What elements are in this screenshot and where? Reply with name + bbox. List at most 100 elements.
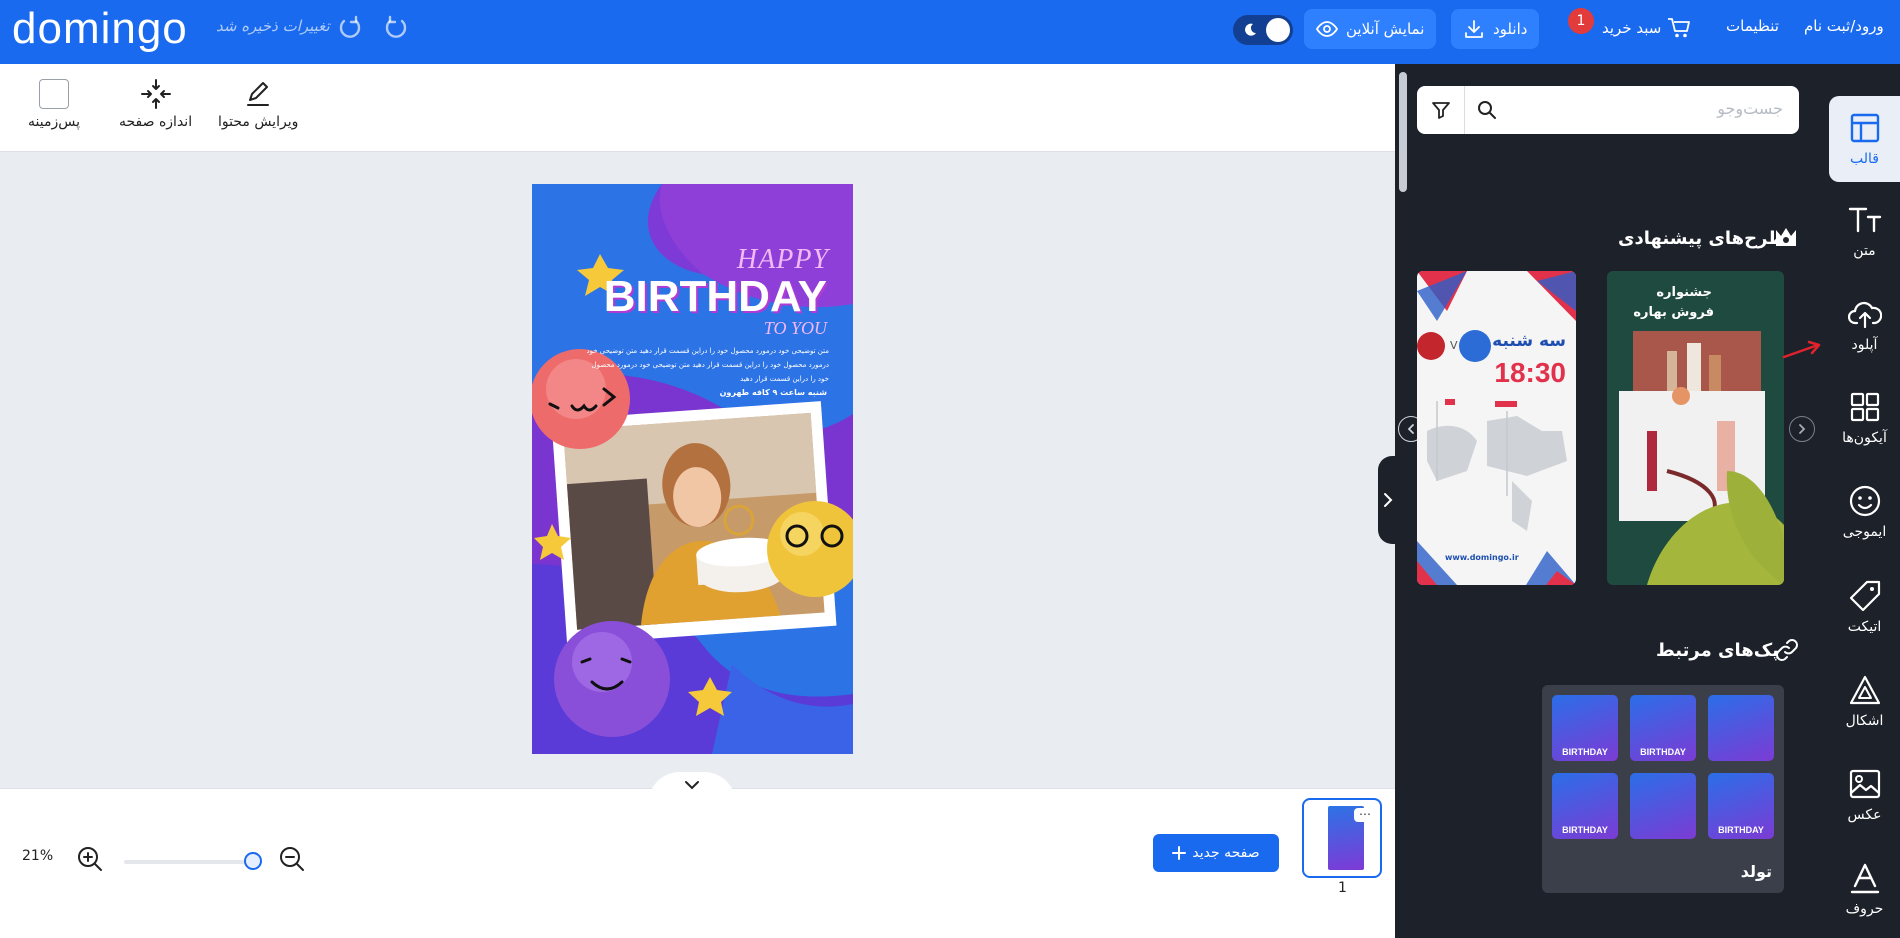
pack-thumbnail	[1630, 773, 1696, 839]
photo-icon	[1848, 767, 1882, 801]
sidebar: قالب متن آپلود آیکون‌ها ایموجی اتیکت ا	[1821, 64, 1900, 938]
template-card[interactable]: جشنواره فروش بهاره	[1607, 271, 1784, 585]
pack-thumbnail: BIRTHDAY	[1630, 695, 1696, 761]
sidebar-item-sticker[interactable]: اتیکت	[1829, 564, 1900, 650]
resize-icon	[140, 78, 172, 110]
edit-content-label: ویرایش محتوا	[218, 114, 299, 130]
tag-icon	[1848, 579, 1882, 613]
template-card[interactable]: V سه شنبه 18:30 www.domingo.ir	[1417, 271, 1576, 585]
download-icon	[1463, 18, 1485, 40]
design-body-line: متن توضیحی خود درمورد محصول خود را دراین…	[586, 347, 829, 355]
save-status: تغییرات ذخیره شد	[216, 17, 330, 35]
template-card-title: جشنواره	[1656, 285, 1712, 300]
icons-grid-icon	[1848, 390, 1882, 424]
background-color-swatch	[38, 78, 70, 110]
sidebar-item-icons[interactable]: آیکون‌ها	[1829, 375, 1900, 461]
redo-icon[interactable]	[336, 13, 364, 41]
chevron-right-icon	[1383, 492, 1393, 508]
zoom-slider-track[interactable]	[124, 860, 252, 864]
template-card-site: www.domingo.ir	[1445, 553, 1519, 562]
eye-icon	[1316, 21, 1338, 37]
sidebar-item-label: آیکون‌ها	[1842, 430, 1887, 446]
zoom-percentage: 21%	[22, 848, 54, 864]
zoom-slider-handle[interactable]	[244, 852, 262, 870]
pack-thumbnail-label: BIRTHDAY	[1562, 825, 1608, 835]
pack-thumbnail-label: BIRTHDAY	[1640, 747, 1686, 757]
design-footer-text[interactable]: شنبه ساعت ۹ کافه طهرون	[720, 388, 827, 397]
background-tool[interactable]: پس‌زمینه	[28, 78, 80, 130]
sidebar-item-photo[interactable]: عکس	[1829, 752, 1900, 838]
chevron-down-icon	[684, 780, 700, 790]
dark-mode-toggle[interactable]	[1233, 15, 1293, 45]
design-body-line: درمورد محصول خود را دراین قسمت قرار دهید…	[591, 361, 829, 369]
sidebar-item-shapes[interactable]: اشکال	[1829, 658, 1900, 744]
zoom-out-icon[interactable]	[278, 845, 306, 873]
template-card-vs: V	[1450, 339, 1458, 352]
pack-label: تولد	[1740, 862, 1772, 881]
panel-scrollbar[interactable]	[1399, 72, 1407, 192]
logo[interactable]: domingo	[12, 4, 188, 54]
cart-label: سبد خرید	[1602, 19, 1662, 37]
edit-content-tool[interactable]: ویرایش محتوا	[218, 78, 298, 130]
sidebar-item-label: قالب	[1850, 151, 1879, 167]
design-birthday-text[interactable]: BIRTHDAY	[604, 272, 827, 322]
design-to-you-text[interactable]: TO YOU	[764, 318, 827, 339]
more-options-icon[interactable]: …	[1354, 805, 1376, 822]
page-size-tool[interactable]: اندازه صفحه	[119, 78, 192, 130]
page-number: 1	[1338, 880, 1347, 896]
sidebar-item-emoji[interactable]: ایموجی	[1829, 469, 1900, 555]
plus-icon	[1172, 846, 1187, 860]
letters-icon	[1848, 861, 1882, 895]
template-card-day: سه شنبه	[1492, 331, 1566, 351]
cart-badge: 1	[1568, 8, 1594, 34]
design-body-text[interactable]: متن توضیحی خود درمورد محصول خود را دراین…	[567, 344, 829, 386]
upload-icon	[1847, 297, 1882, 331]
zoom-in-icon[interactable]	[76, 845, 104, 873]
sidebar-item-upload[interactable]: آپلود	[1829, 282, 1900, 368]
text-icon	[1848, 203, 1882, 237]
sidebar-item-label: حروف	[1845, 901, 1884, 917]
settings-link[interactable]: تنظیمات	[1726, 17, 1779, 35]
cart-icon	[1667, 17, 1691, 39]
carousel-next-button[interactable]	[1789, 416, 1815, 442]
sidebar-item-label: عکس	[1847, 807, 1882, 823]
annotation-arrow	[1782, 340, 1822, 360]
search-placeholder: جست‌وجو	[1717, 99, 1783, 118]
design-page[interactable]: HAPPY BIRTHDAY TO YOU متن توضیحی خود درم…	[532, 184, 853, 754]
background-label: پس‌زمینه	[28, 114, 80, 130]
pack-thumbnail: BIRTHDAY	[1708, 773, 1774, 839]
related-section-title: پک‌های مرتبط	[1656, 640, 1779, 661]
sidebar-item-text[interactable]: متن	[1829, 188, 1900, 274]
pack-thumbnail-label: BIRTHDAY	[1562, 747, 1608, 757]
sidebar-item-label: اتیکت	[1847, 619, 1882, 635]
page-thumbnail[interactable]: …	[1302, 798, 1382, 878]
preview-online-button[interactable]: نمایش آنلاین	[1304, 9, 1437, 49]
download-button[interactable]: دانلود	[1451, 9, 1540, 49]
template-card-time: 18:30	[1494, 357, 1566, 388]
pack-thumbnail: BIRTHDAY	[1552, 773, 1618, 839]
crown-icon	[1774, 226, 1798, 248]
pack-thumbnail-grid: BIRTHDAY BIRTHDAY BIRTHDAY BIRTHDAY	[1552, 695, 1774, 839]
search-icon	[1477, 100, 1497, 120]
suggested-section-title: طرح‌های پیشنهادی	[1618, 228, 1786, 249]
pack-thumbnail-label: BIRTHDAY	[1718, 825, 1764, 835]
sidebar-item-label: ایموجی	[1842, 524, 1887, 540]
undo-icon[interactable]	[382, 13, 410, 41]
sidebar-item-label: اشکال	[1845, 713, 1884, 729]
pack-thumbnail: BIRTHDAY	[1552, 695, 1618, 761]
sidebar-item-template[interactable]: قالب	[1829, 96, 1900, 182]
cart-button[interactable]: سبد خرید	[1602, 17, 1691, 39]
emoji-icon	[1848, 484, 1882, 518]
sidebar-item-letters[interactable]: حروف	[1829, 846, 1900, 932]
link-icon	[1774, 637, 1800, 663]
collapse-panel-button[interactable]	[1378, 456, 1398, 544]
pack-thumbnail	[1708, 695, 1774, 761]
related-pack-card[interactable]: BIRTHDAY BIRTHDAY BIRTHDAY BIRTHDAY تولد	[1542, 685, 1784, 893]
sidebar-item-label: آپلود	[1851, 337, 1878, 353]
shapes-icon	[1848, 673, 1882, 707]
filter-icon[interactable]	[1417, 86, 1465, 134]
login-link[interactable]: ورود/ثبت نام	[1804, 17, 1884, 35]
template-icon	[1848, 111, 1882, 145]
new-page-button[interactable]: صفحه جدید	[1153, 834, 1279, 872]
template-search[interactable]: جست‌وجو	[1417, 86, 1799, 134]
